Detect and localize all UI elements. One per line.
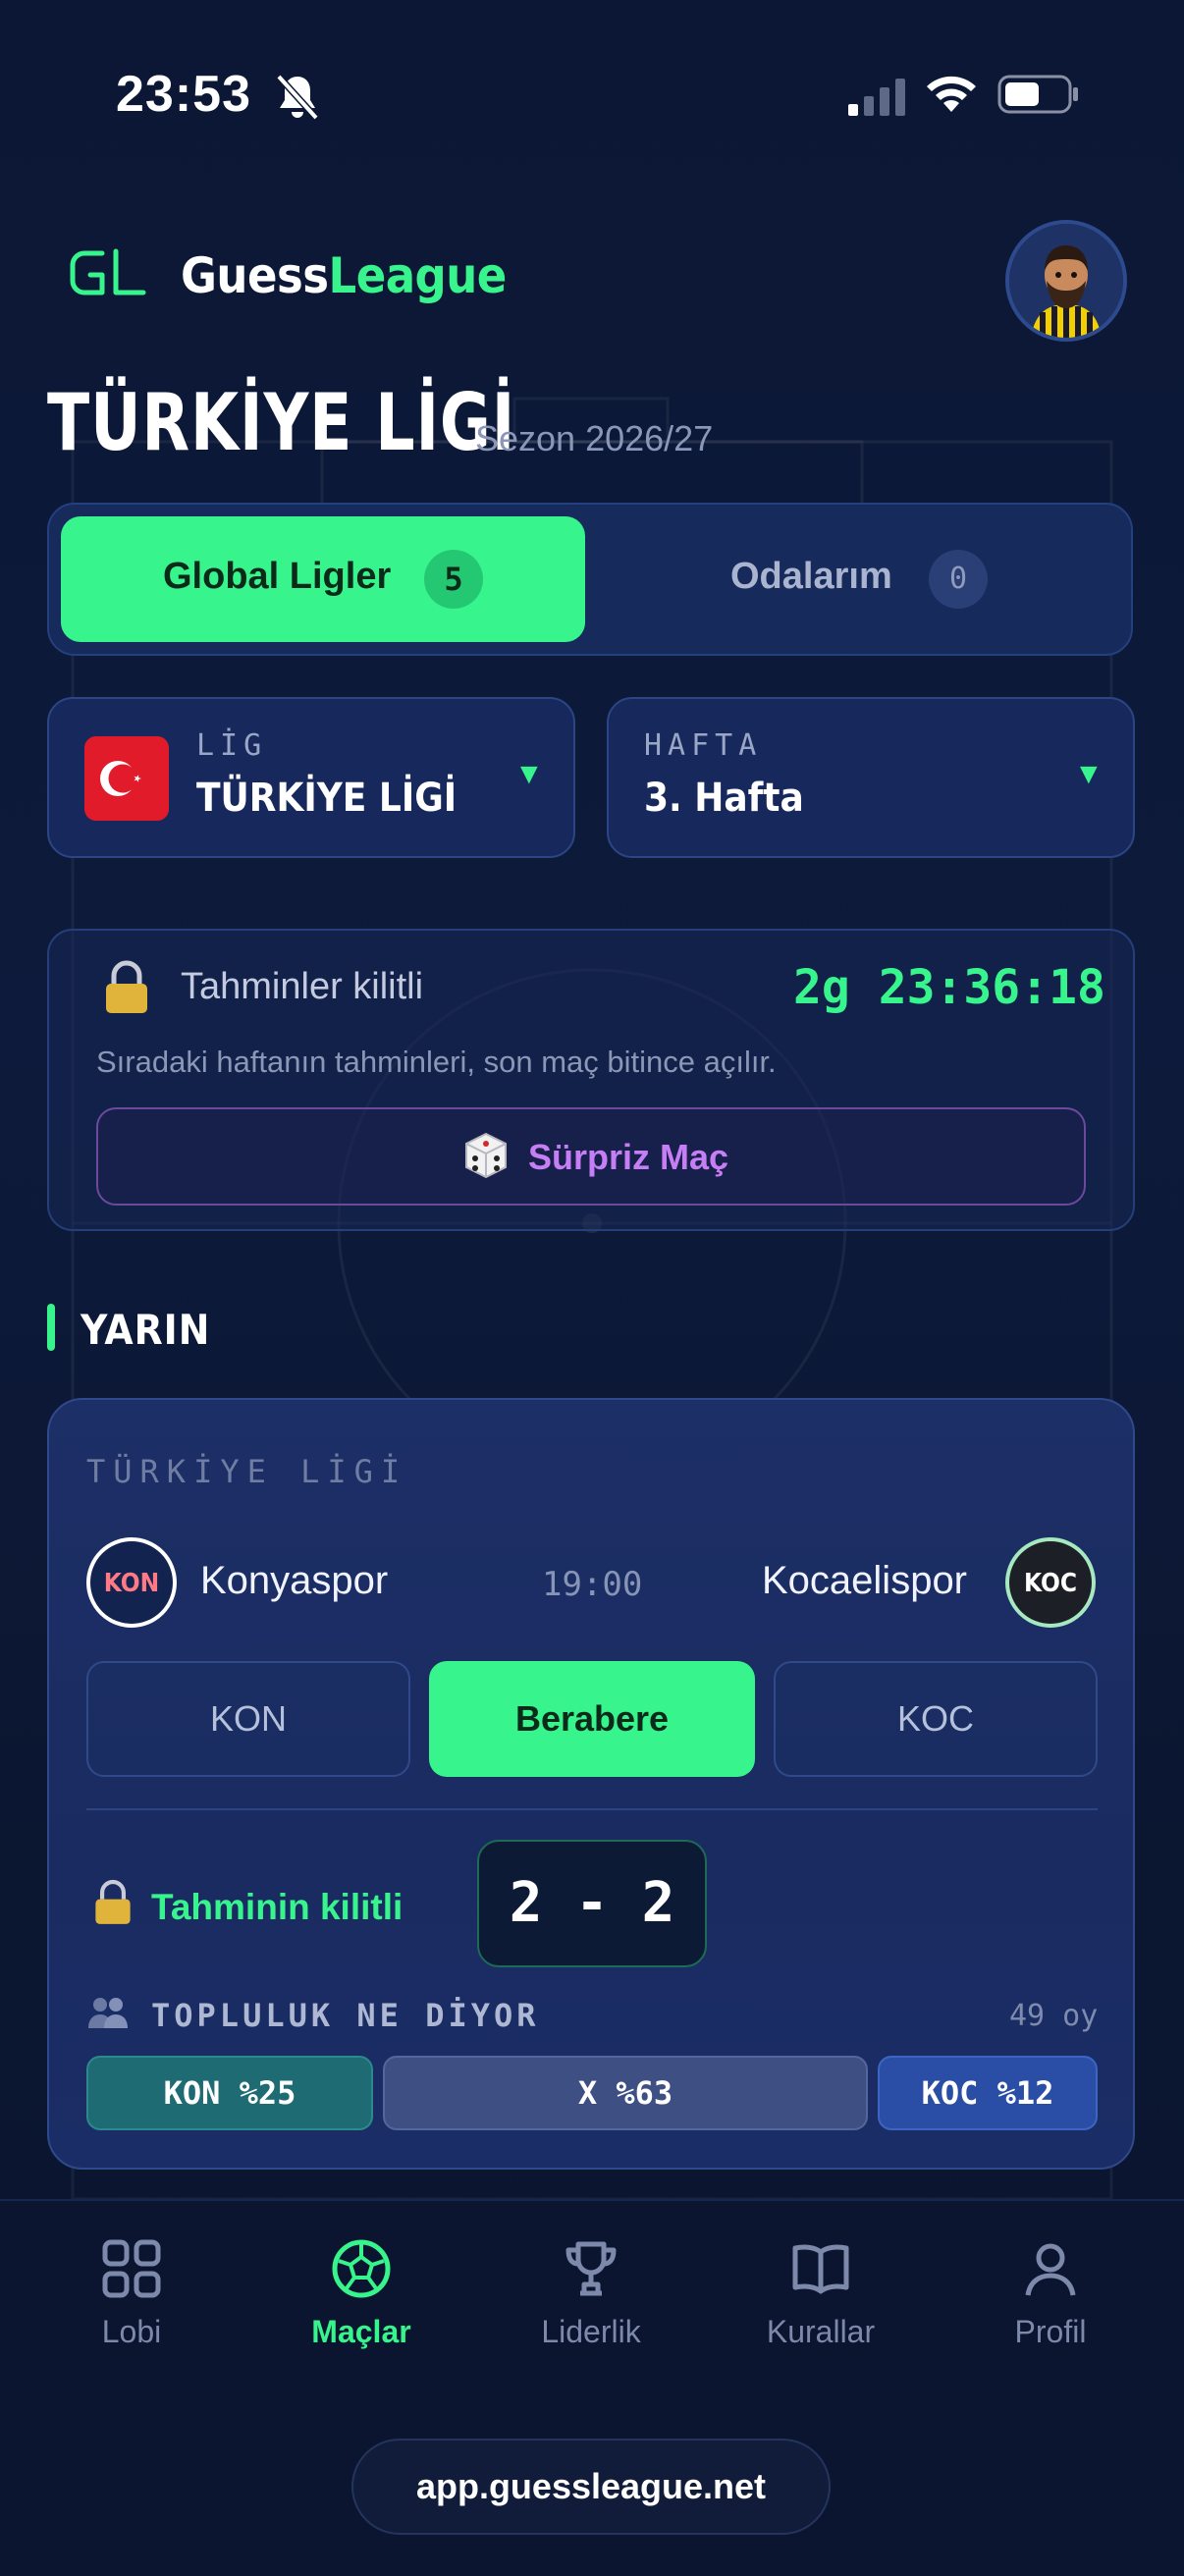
status-time: 23:53 [116,66,251,123]
pick-home-button[interactable]: KON [86,1661,410,1777]
turkey-flag-icon [84,736,169,821]
nav-matches-label: Maçlar [311,2314,411,2349]
match-league: TÜRKİYE LİGİ [86,1453,408,1490]
nav-matches[interactable]: Maçlar [263,2238,459,2350]
league-caret-icon: ▼ [514,758,544,790]
divider [86,1808,1098,1810]
lock-title: Tahminler kilitli [181,966,424,1007]
grid-icon [102,2239,161,2298]
page-title: TÜRKİYE LİGİ [47,377,516,468]
nav-profile-label: Profil [1014,2314,1087,2349]
brand-first: Guess [181,247,329,304]
season-label: Sezon 2026/27 [475,418,714,458]
away-team-crest: KOC [1005,1537,1096,1628]
pick-away-button[interactable]: KOC [774,1661,1098,1777]
nav-rules-label: Kurallar [766,2314,876,2349]
home-team-name: Konyaspor [200,1559,389,1602]
avatar-image [1009,224,1123,338]
section-title: YARIN [81,1306,211,1354]
logo-icon [70,248,146,295]
league-caption: LİG [196,728,268,763]
nav-lobby[interactable]: Lobi [33,2238,230,2350]
avatar[interactable] [1005,220,1127,342]
nav-leaderboard-label: Liderlik [541,2314,641,2349]
lock-icon [95,1879,131,1924]
week-value: 3. Hafta [644,776,804,821]
nav-lobby-label: Lobi [101,2314,162,2349]
vote-count: 49 oy [1009,1999,1099,2033]
community-home-bar: KON %25 [86,2056,373,2130]
nav-leaderboard[interactable]: Liderlik [493,2238,689,2350]
community-label: TOPLULUK NE DİYOR [151,1997,540,2034]
tab-global-leagues-count: 5 [424,550,483,609]
prediction-locked-label: Tahminin kilitli [151,1887,404,1927]
community-away-bar: KOC %12 [878,2056,1098,2130]
section-accent [47,1304,55,1351]
battery-icon [997,75,1078,114]
away-team-name: Kocaelispor [762,1559,968,1602]
league-value: TÜRKİYE LİGİ [196,776,457,821]
tab-global-leagues-label: Global Ligler [163,556,392,597]
match-card [47,1398,1135,2170]
football-icon [332,2239,391,2298]
bell-muted-icon [276,74,319,121]
trophy-icon [565,2241,617,2296]
nav-profile[interactable]: Profil [952,2238,1149,2350]
predicted-score: 2 - 2 [477,1840,707,1967]
week-caption: HAFTA [644,728,763,763]
lock-description: Sıradaki haftanın tahminleri, son maç bi… [96,1045,777,1079]
user-icon [1025,2243,1076,2296]
wifi-icon [927,76,976,112]
surprise-match-label: Sürpriz Maç [528,1137,729,1177]
lock-icon [106,960,147,1013]
book-icon [792,2244,849,2294]
home-team-crest: KON [86,1537,177,1628]
dice-icon [465,1132,507,1179]
people-icon [88,1998,128,2028]
kickoff-time: 19:00 [542,1565,643,1604]
pick-draw-button[interactable]: Berabere [429,1661,755,1777]
community-draw-bar: X %63 [383,2056,868,2130]
url-bar[interactable]: app.guessleague.net [351,2439,831,2535]
brand-second: League [328,247,508,304]
tab-my-rooms-count: 0 [929,550,988,609]
nav-rules[interactable]: Kurallar [723,2238,919,2350]
brand-name: GuessLeague [181,247,507,304]
countdown-timer: 2g 23:36:18 [793,960,1105,1015]
signal-icon [848,79,905,116]
tab-my-rooms[interactable]: Odalarım [730,556,892,598]
week-caret-icon: ▼ [1074,758,1103,790]
